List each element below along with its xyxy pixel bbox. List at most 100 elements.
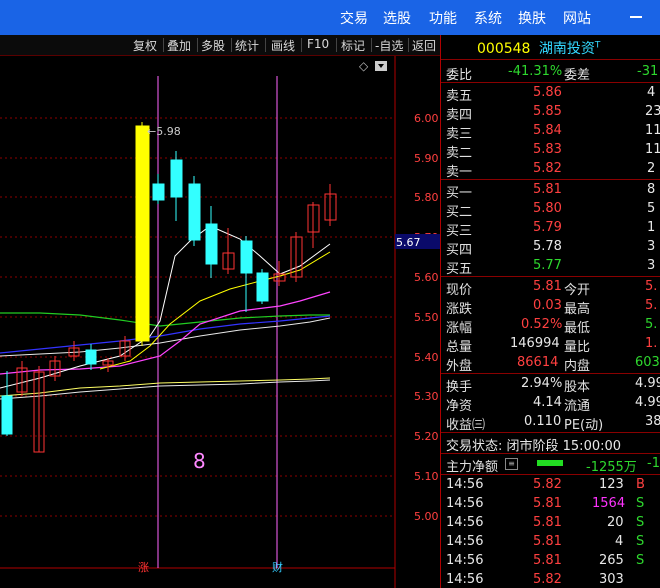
diamond-icon[interactable]: ◇ [359, 59, 369, 73]
divider [231, 38, 232, 52]
candle-down [256, 269, 269, 304]
current-price-tag: 5.67 [396, 236, 421, 249]
divider [441, 474, 660, 475]
buy1-label: 买一 [446, 186, 473, 201]
price-tick: 5.10 [414, 470, 439, 483]
sell5-label: 卖五 [446, 89, 473, 104]
tick-price: 5.81 [533, 553, 562, 568]
event-marker-zhang[interactable]: 涨 [138, 561, 149, 574]
btn-draw-line[interactable]: 画线 [271, 37, 295, 54]
buy2-price: 5.80 [533, 201, 562, 216]
kline-chart[interactable]: 6.00 5.90 5.80 5.70 5.60 5.50 5.40 5.30 … [0, 56, 440, 588]
buy5-vol: 3 [647, 258, 656, 273]
divider [441, 432, 660, 433]
btn-f10[interactable]: F10 [307, 37, 329, 51]
buy4-vol: 3 [647, 239, 656, 254]
price-tick: 5.30 [414, 390, 439, 403]
stat-inner-vol: 603 [635, 355, 660, 370]
buy3-vol: 1 [647, 220, 656, 235]
stat-label: 涨幅 [446, 321, 473, 336]
tick-bs: S [636, 496, 645, 511]
high-arrow: ← [147, 125, 156, 138]
stock-header: 000548 湖南投资T [477, 38, 600, 58]
tick-bs: B [636, 477, 645, 492]
candle-up [307, 202, 320, 248]
stat-label: 最低 [564, 321, 591, 336]
buy1-vol: 8 [647, 182, 656, 197]
stat-change: 0.03 [533, 298, 562, 313]
btn-mark[interactable]: 标记 [341, 37, 365, 54]
event-marker-cai[interactable]: 财 [272, 560, 283, 574]
candle-down [205, 206, 218, 278]
price-tick: 5.20 [414, 430, 439, 443]
buy2-label: 买二 [446, 205, 473, 220]
menu-system[interactable]: 系统 [474, 8, 502, 28]
stat-label: 量比 [564, 340, 591, 355]
menu-trade[interactable]: 交易 [340, 8, 368, 28]
sell1-vol: 2 [647, 161, 656, 176]
divider [441, 179, 660, 180]
divider [197, 38, 198, 52]
stat-label: 最高 [564, 302, 591, 317]
stat-label: 股本 [564, 380, 591, 395]
stock-code[interactable]: 000548 [477, 41, 530, 57]
sell3-price: 5.84 [533, 123, 562, 138]
menu-functions[interactable]: 功能 [429, 8, 457, 28]
top-menu-bar: 交易 选股 功能 系统 换肤 网站 [0, 0, 660, 35]
sell1-price: 5.82 [533, 161, 562, 176]
candle-up [290, 232, 303, 282]
btn-favorites[interactable]: -自选 [375, 37, 403, 54]
tick-time: 14:56 [446, 534, 484, 549]
stock-name-sup: T [594, 40, 601, 51]
stat-change-pct: 0.52% [521, 317, 563, 332]
sell5-vol: 4 [647, 85, 656, 100]
tick-bs: S [636, 534, 645, 549]
stat-high: 5. [645, 298, 658, 313]
tick-vol: 123 [599, 477, 624, 492]
stat-low: 5. [645, 317, 658, 332]
candle-down [188, 176, 201, 246]
price-tick: 5.80 [414, 191, 439, 204]
candles [1, 122, 337, 453]
buy2-vol: 5 [647, 201, 656, 216]
high-price-value: 5.98 [156, 125, 181, 138]
weicha-label: 委差 [564, 68, 591, 83]
menu-website[interactable]: 网站 [563, 8, 591, 28]
divider [441, 453, 660, 454]
menu-icon[interactable]: ≡ [505, 458, 518, 470]
high-price-label: ←5.98 [147, 125, 181, 138]
tick-bs: S [636, 515, 645, 530]
candle-down [240, 236, 253, 312]
ma-blue-line [0, 315, 331, 354]
stat-eps: 0.110 [524, 414, 562, 429]
stat-label: 涨跌 [446, 302, 473, 317]
candle-up [49, 356, 61, 381]
stat-volume: 146994 [510, 336, 560, 351]
menu-stock-picker[interactable]: 选股 [383, 8, 411, 28]
candle-up [324, 184, 337, 226]
stat-net-assets: 4.14 [533, 395, 562, 410]
menu-skin[interactable]: 换肤 [518, 8, 546, 28]
buy1-price: 5.81 [533, 182, 562, 197]
tick-price: 5.82 [533, 477, 562, 492]
btn-statistics[interactable]: 统计 [235, 37, 259, 54]
stat-float: 4.99 [635, 395, 660, 410]
main-net-value-2: -1 [647, 456, 660, 471]
divider [441, 82, 660, 83]
sell5-price: 5.86 [533, 85, 562, 100]
btn-back[interactable]: 返回 [412, 37, 436, 54]
btn-multi-stock[interactable]: 多股 [201, 37, 225, 54]
weibi-value: -41.31% [508, 64, 563, 79]
price-tick: 5.60 [414, 271, 439, 284]
btn-restore-rights[interactable]: 复权 [133, 37, 157, 54]
stock-name[interactable]: 湖南投资 [539, 41, 595, 57]
btn-overlay[interactable]: 叠加 [167, 37, 191, 54]
divider [441, 59, 660, 60]
candle-up [68, 341, 80, 361]
candle-up [16, 361, 28, 396]
candle-down [85, 344, 97, 370]
minimize-icon[interactable] [630, 16, 642, 18]
tick-price: 5.81 [533, 515, 562, 530]
price-axis: 6.00 5.90 5.80 5.70 5.60 5.50 5.40 5.30 … [414, 112, 439, 523]
divider [301, 38, 302, 52]
